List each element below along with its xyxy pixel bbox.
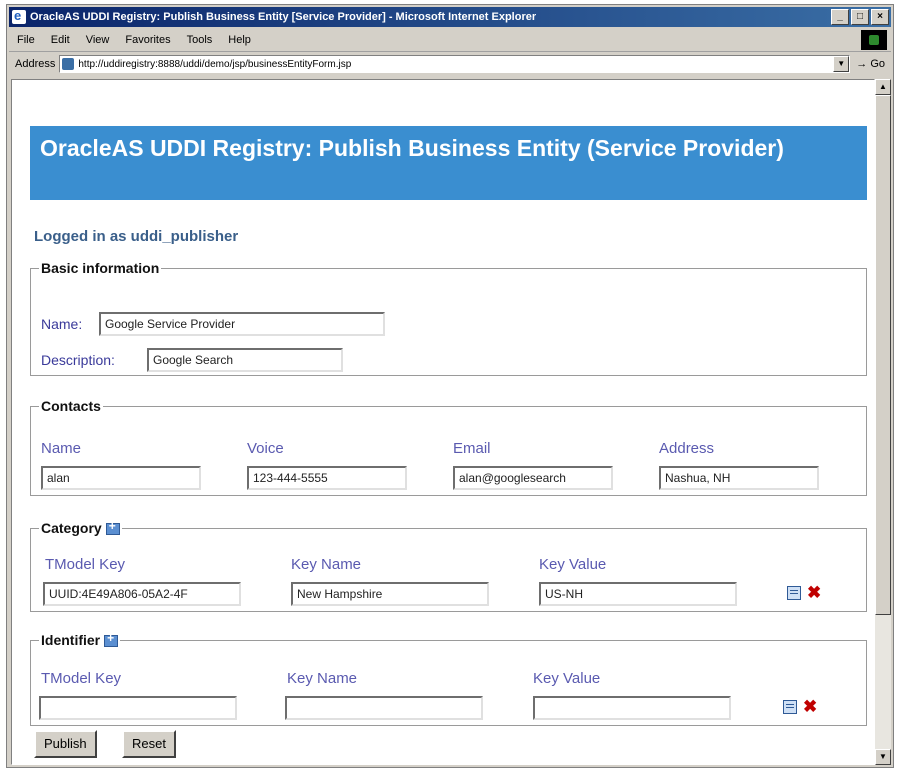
category-key-name-input[interactable]: New Hampshire: [291, 582, 489, 606]
logged-in-status: Logged in as uddi_publisher: [34, 228, 239, 245]
address-url: http://uddiregistry:8888/uddi/demo/jsp/b…: [78, 58, 352, 70]
reset-button[interactable]: Reset: [122, 730, 176, 758]
menu-edit[interactable]: Edit: [51, 34, 70, 46]
contact-email-header: Email: [453, 440, 491, 457]
name-label: Name:: [41, 316, 83, 332]
contact-voice-input[interactable]: 123-444-5555: [247, 466, 407, 490]
menu-help[interactable]: Help: [228, 34, 251, 46]
title-bar: OracleAS UDDI Registry: Publish Business…: [9, 7, 891, 27]
contact-name-header: Name: [41, 440, 82, 457]
scroll-up-icon[interactable]: ▲: [875, 79, 891, 95]
contacts-legend: Contacts: [41, 398, 101, 414]
category-legend-text: Category: [41, 520, 102, 536]
category-legend: Category: [39, 519, 122, 536]
basic-information-section: Basic information Name: Google Service P…: [30, 260, 867, 376]
identifier-key-value-input[interactable]: [533, 696, 731, 720]
contacts-section: Contacts Name Voice Email Address alan 1…: [30, 398, 867, 496]
window-title: OracleAS UDDI Registry: Publish Business…: [30, 11, 537, 23]
category-section: Category TModel Key Key Name Key Value U…: [30, 519, 867, 612]
identifier-tmodel-key-header: TModel Key: [41, 670, 122, 687]
identifier-key-name-header: Key Name: [287, 670, 358, 687]
page-viewport: OracleAS UDDI Registry: Publish Business…: [11, 79, 875, 765]
page-icon: [62, 58, 75, 70]
vertical-scrollbar[interactable]: ▲ ▼: [875, 79, 891, 765]
description-input[interactable]: Google Search: [147, 348, 343, 372]
contact-voice-header: Voice: [247, 440, 284, 457]
category-key-name-header: Key Name: [291, 556, 362, 573]
address-dropdown-icon[interactable]: ▼: [833, 56, 850, 72]
identifier-tmodel-key-input[interactable]: [39, 696, 237, 720]
contact-address-header: Address: [659, 440, 715, 457]
identifier-key-name-input[interactable]: [285, 696, 483, 720]
add-identifier-icon[interactable]: [104, 631, 119, 648]
edit-category-row-icon[interactable]: [787, 586, 801, 600]
menu-view[interactable]: View: [86, 34, 110, 46]
contact-email-input[interactable]: alan@googlesearch: [453, 466, 613, 490]
browser-window: OracleAS UDDI Registry: Publish Business…: [6, 4, 894, 768]
maximize-button[interactable]: □: [851, 9, 869, 25]
scrollbar-thumb[interactable]: [875, 95, 891, 615]
go-label: Go: [870, 58, 885, 70]
close-button[interactable]: ×: [871, 9, 889, 25]
address-label: Address: [15, 58, 56, 70]
description-label: Description:: [41, 352, 115, 368]
contact-name-input[interactable]: alan: [41, 466, 201, 490]
business-name-input[interactable]: Google Service Provider: [99, 312, 385, 336]
page-title: OracleAS UDDI Registry: Publish Business…: [30, 126, 867, 200]
windows-logo-icon: [861, 30, 887, 50]
menu-bar: File Edit View Favorites Tools Help: [9, 29, 891, 52]
publish-button[interactable]: Publish: [34, 730, 97, 758]
menu-tools[interactable]: Tools: [187, 34, 213, 46]
address-input[interactable]: http://uddiregistry:8888/uddi/demo/jsp/b…: [59, 55, 851, 73]
delete-category-row-icon[interactable]: ✖: [807, 584, 821, 601]
identifier-key-value-header: Key Value: [533, 670, 601, 687]
contact-address-input[interactable]: Nashua, NH: [659, 466, 819, 490]
identifier-legend: Identifier: [39, 631, 120, 648]
category-tmodel-key-header: TModel Key: [45, 556, 126, 573]
basic-information-legend: Basic information: [41, 260, 160, 276]
menu-file[interactable]: File: [17, 34, 35, 46]
category-tmodel-key-input[interactable]: UUID:4E49A806-05A2-4F: [43, 582, 241, 606]
category-key-value-header: Key Value: [539, 556, 607, 573]
category-key-value-input[interactable]: US-NH: [539, 582, 737, 606]
ie-icon: [12, 8, 26, 24]
add-category-icon[interactable]: [105, 519, 120, 536]
edit-identifier-row-icon[interactable]: [783, 700, 797, 714]
menu-favorites[interactable]: Favorites: [125, 34, 170, 46]
scroll-down-icon[interactable]: ▼: [875, 749, 891, 765]
go-button[interactable]: → Go: [856, 58, 885, 70]
minimize-button[interactable]: _: [831, 9, 849, 25]
identifier-legend-text: Identifier: [41, 632, 101, 648]
address-bar: Address http://uddiregistry:8888/uddi/de…: [9, 53, 891, 75]
delete-identifier-row-icon[interactable]: ✖: [803, 698, 817, 715]
identifier-section: Identifier TModel Key Key Name Key Value…: [30, 631, 867, 726]
